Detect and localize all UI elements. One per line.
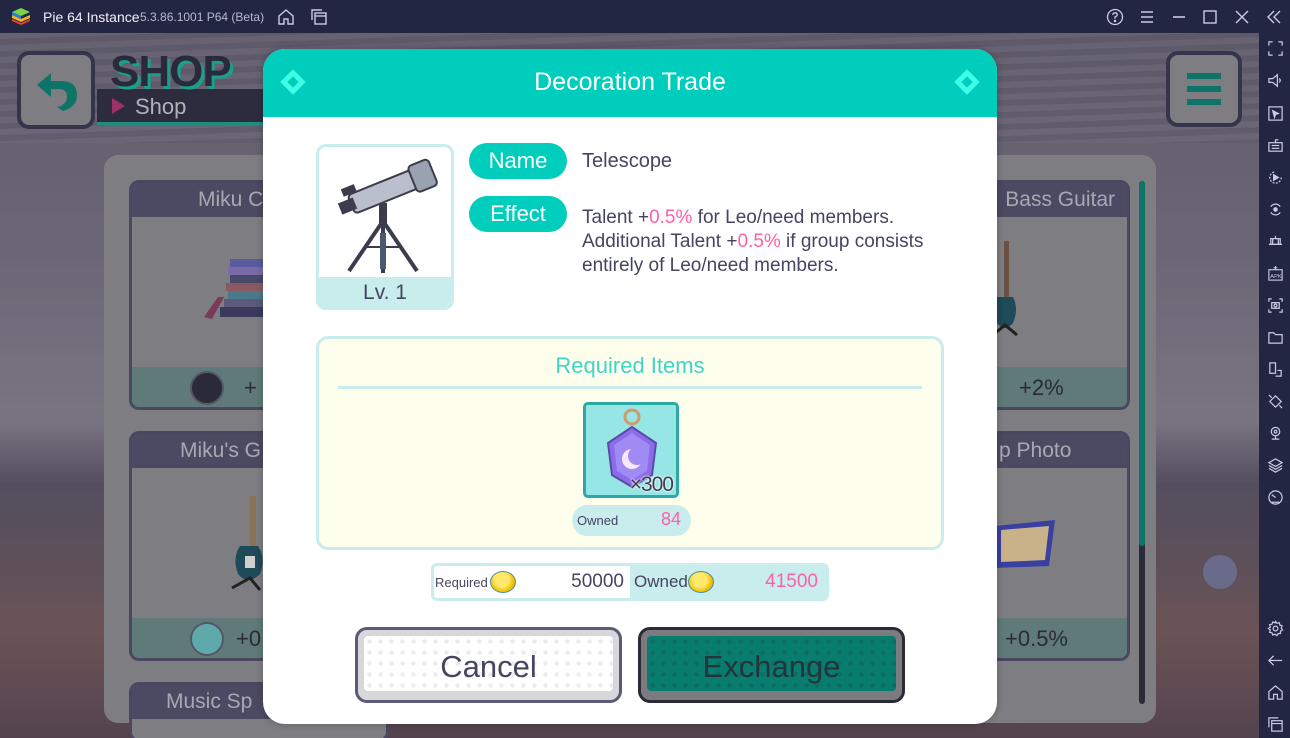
background-orb (1203, 555, 1237, 589)
owned-coins-label: Owned (634, 572, 688, 591)
home-icon[interactable] (1265, 682, 1285, 702)
breadcrumb: Shop (135, 94, 187, 119)
home-icon[interactable] (276, 7, 296, 27)
item-level: Lv. 1 (319, 277, 451, 307)
settings-icon[interactable] (1265, 618, 1285, 638)
multi-screen-icon[interactable] (1265, 359, 1285, 379)
decoration-trade-dialog: Decoration Trade Lv. 1 Name Telescope Ef… (263, 49, 997, 724)
screenshot-icon[interactable] (1265, 295, 1285, 315)
sync-icon[interactable] (1265, 199, 1285, 219)
fullscreen-icon[interactable] (1265, 38, 1285, 58)
required-items-title: Required Items (555, 353, 705, 378)
help-icon[interactable] (1105, 7, 1125, 27)
macro-record-icon[interactable] (1265, 167, 1285, 187)
minimize-icon[interactable] (1169, 7, 1189, 27)
app-version: 5.3.86.1001 P64 (Beta) (140, 10, 265, 24)
avatar (190, 371, 224, 405)
books-icon (204, 259, 272, 319)
back-arrow-icon (37, 73, 77, 111)
rotate-icon[interactable] (1265, 391, 1285, 411)
coin-icon (490, 571, 516, 593)
bluestacks-logo-icon (12, 8, 30, 25)
menu-bar (1187, 99, 1221, 105)
effect-value: 0.5% (737, 231, 781, 252)
apk-install-icon[interactable]: APK (1265, 263, 1285, 283)
cancel-button[interactable]: Cancel (355, 627, 622, 703)
menu-bar (1187, 73, 1221, 79)
telescope-icon (337, 158, 438, 273)
required-coins-value: 50000 (571, 571, 624, 592)
dialog-title: Decoration Trade (534, 68, 726, 96)
scrollbar-thumb[interactable] (1139, 181, 1145, 546)
item-name: Telescope (582, 150, 673, 172)
emulator-sidebar: APK (1259, 33, 1290, 738)
recent-apps-icon[interactable] (1265, 714, 1285, 734)
menu-icon[interactable] (1137, 7, 1157, 27)
main-menu-button[interactable] (1166, 51, 1242, 127)
photo-frame-icon (995, 520, 1055, 568)
cancel-label: Cancel (440, 649, 537, 684)
effect-label: Effect (469, 196, 567, 232)
card-bonus: +0 (236, 626, 262, 651)
emulator-titlebar: Pie 64 Instance 5.3.86.1001 P64 (Beta) (0, 0, 1290, 33)
maximize-icon[interactable] (1200, 7, 1220, 27)
effect-text: Talent + (582, 207, 650, 228)
effect-value: 0.5% (649, 207, 693, 228)
folder-icon[interactable] (1265, 327, 1285, 347)
breadcrumb-arrow-icon (112, 98, 125, 114)
back-icon[interactable] (1265, 650, 1285, 670)
owned-count-badge: Owned 84 (572, 505, 691, 536)
required-items-panel: Required Items ×300 Owned 84 (316, 336, 944, 550)
close-icon[interactable] (1232, 7, 1252, 27)
exchange-button[interactable]: Exchange (638, 627, 905, 703)
card-bonus: + (244, 375, 257, 400)
svg-text:APK: APK (1270, 274, 1282, 280)
item-effect: Talent +0.5% for Leo/need members. Addit… (582, 206, 942, 278)
menu-bar (1187, 86, 1221, 92)
item-preview: Lv. 1 (316, 144, 454, 310)
collapse-sidebar-icon[interactable] (1264, 7, 1284, 27)
divider (338, 386, 922, 389)
location-icon[interactable] (1265, 423, 1285, 443)
owned-coins-value: 41500 (765, 571, 818, 592)
pointer-icon[interactable] (1265, 103, 1285, 123)
owned-label: Owned (577, 513, 619, 528)
performance-icon[interactable] (1265, 487, 1285, 507)
required-coins-label: Required (435, 575, 488, 590)
coin-icon (688, 571, 714, 593)
app-title: Pie 64 Instance (43, 9, 140, 25)
keyboard-icon[interactable] (1265, 135, 1285, 155)
multi-instance-icon[interactable] (309, 7, 329, 27)
layers-icon[interactable] (1265, 455, 1285, 475)
exchange-label: Exchange (702, 649, 841, 684)
coin-cost-bar: Required 50000 Owned 41500 (431, 563, 829, 601)
card-bonus: +2% (1019, 375, 1064, 400)
owned-count: 84 (660, 509, 681, 529)
required-quantity: ×300 (629, 473, 674, 496)
required-coins-section: Required 50000 (434, 566, 630, 598)
controls-icon[interactable] (1265, 231, 1285, 251)
avatar (190, 622, 224, 656)
back-button[interactable] (17, 51, 95, 129)
name-label: Name (469, 143, 567, 179)
volume-icon[interactable] (1265, 70, 1285, 90)
page-title: SHOP (110, 47, 232, 96)
dialog-header: Decoration Trade (263, 49, 997, 117)
required-item-slot[interactable]: ×300 (583, 402, 679, 498)
card-bonus: +0.5% (1005, 626, 1068, 651)
